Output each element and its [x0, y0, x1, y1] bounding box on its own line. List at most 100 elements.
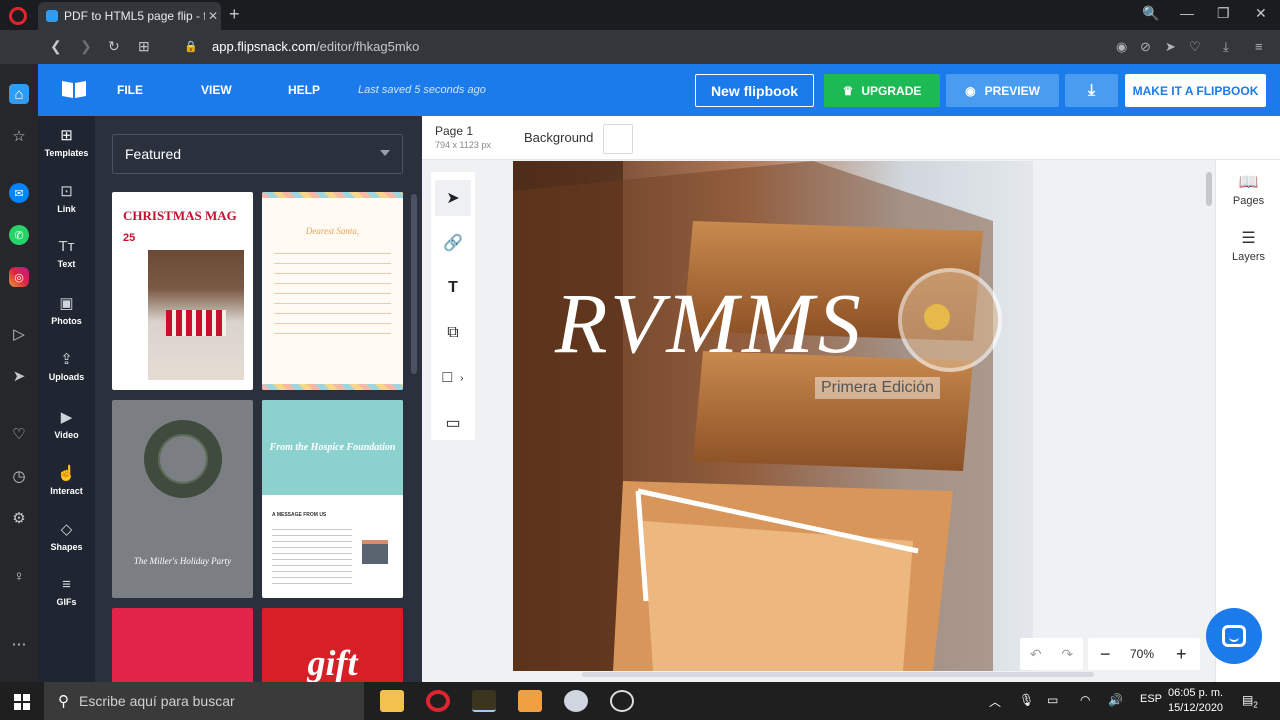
- app-icon[interactable]: [518, 690, 542, 712]
- windows-start-icon[interactable]: [14, 694, 30, 710]
- paint-icon[interactable]: [564, 690, 588, 712]
- opera-logo-icon[interactable]: [9, 7, 27, 25]
- make-flipbook-button[interactable]: MAKE IT A FLIPBOOK: [1125, 74, 1266, 107]
- whatsapp-icon[interactable]: ✆: [9, 225, 29, 245]
- menu-file[interactable]: FILE: [117, 83, 143, 97]
- heart-icon[interactable]: ♡: [9, 424, 29, 444]
- new-flipbook-button[interactable]: New flipbook: [695, 74, 814, 107]
- menu-view[interactable]: VIEW: [201, 83, 232, 97]
- back-arrow-icon[interactable]: ❮: [50, 38, 62, 55]
- page-name: Page 1: [435, 124, 474, 138]
- send-icon[interactable]: ➤: [1165, 39, 1176, 55]
- history-icon[interactable]: ◷: [9, 466, 29, 486]
- template-hospice-foundation[interactable]: From the Hospice Foundation A MESSAGE FR…: [262, 400, 403, 598]
- browser-tab[interactable]: PDF to HTML5 page flip - fl ✕: [38, 2, 221, 30]
- instagram-icon[interactable]: ◎: [9, 267, 29, 287]
- template-holiday-party[interactable]: The Miller's Holiday Party: [112, 400, 253, 598]
- taskbar-search[interactable]: ⚲ Escribe aquí para buscar: [44, 682, 364, 720]
- nav-photos[interactable]: ▣ Photos: [38, 294, 95, 326]
- preview-button[interactable]: ◉ PREVIEW: [946, 74, 1059, 107]
- file-explorer-icon[interactable]: [380, 690, 404, 712]
- background-label: Background: [524, 130, 594, 145]
- send-icon[interactable]: ➤: [9, 366, 29, 386]
- zoom-out-button[interactable]: −: [1100, 644, 1111, 665]
- page-canvas[interactable]: RVMMS Primera Edición: [513, 161, 1033, 671]
- canvas-title[interactable]: RVMMS: [555, 273, 865, 373]
- new-tab-button[interactable]: +: [229, 4, 240, 25]
- video-tool-icon[interactable]: ⧉: [435, 315, 471, 351]
- shape-tool-icon[interactable]: □ ›: [435, 360, 471, 396]
- chat-support-button[interactable]: [1206, 608, 1262, 664]
- url-field[interactable]: app.flipsnack.com/editor/fhkag5mko: [212, 39, 419, 54]
- messenger-icon[interactable]: ✉: [9, 183, 29, 203]
- nav-templates[interactable]: ⊞ Templates: [38, 126, 95, 158]
- forward-arrow-icon[interactable]: ❯: [80, 38, 92, 55]
- nav-uploads[interactable]: ⇪ Uploads: [38, 350, 95, 382]
- volume-icon[interactable]: 🔊: [1108, 693, 1123, 707]
- home-icon[interactable]: ⌂: [9, 84, 29, 104]
- comment-tool-icon[interactable]: ▭: [435, 405, 471, 441]
- template-title: From the Hospice Foundation: [269, 442, 396, 453]
- redo-icon[interactable]: ↷: [1061, 646, 1073, 663]
- nav-link[interactable]: ⊡ Link: [38, 182, 95, 214]
- battery-icon[interactable]: ▭: [1047, 693, 1058, 707]
- chevron-down-icon: [380, 150, 390, 156]
- ideas-icon[interactable]: ♀: [9, 566, 29, 586]
- templates-filter-dropdown[interactable]: Featured: [112, 134, 403, 174]
- template-christmas-mag[interactable]: CHRISTMAS MAG 25: [112, 192, 253, 390]
- settings-icon[interactable]: ⚙: [9, 508, 29, 528]
- wifi-icon[interactable]: ◠: [1080, 693, 1090, 707]
- opera-taskbar-icon[interactable]: [426, 690, 450, 712]
- adblock-icon[interactable]: ⊘: [1140, 39, 1151, 55]
- link-tool-icon[interactable]: 🔗: [435, 225, 471, 261]
- tab-close-icon[interactable]: ✕: [205, 9, 221, 23]
- text-tool-icon[interactable]: T: [435, 270, 471, 306]
- zoom-in-button[interactable]: +: [1176, 644, 1187, 665]
- nav-interact[interactable]: ☝ Interact: [38, 464, 95, 496]
- download-button[interactable]: ⤓: [1065, 74, 1118, 107]
- template-red-card[interactable]: [112, 608, 253, 682]
- bookmarks-star-icon[interactable]: ☆: [9, 126, 29, 146]
- template-gift[interactable]: gift: [262, 608, 403, 682]
- camera-icon[interactable]: ◉: [1116, 39, 1127, 55]
- notifications-icon[interactable]: ▤2: [1242, 693, 1258, 709]
- gifs-icon: ≡: [62, 576, 71, 593]
- preview-label: PREVIEW: [984, 83, 1040, 98]
- upgrade-button[interactable]: ♛ UPGRADE: [824, 74, 940, 107]
- template-title: The Miller's Holiday Party: [133, 556, 232, 566]
- nav-shapes[interactable]: ◇ Shapes: [38, 520, 95, 552]
- clock[interactable]: 06:05 p. m. 15/12/2020: [1168, 686, 1223, 716]
- undo-icon[interactable]: ↶: [1030, 646, 1042, 663]
- close-window-button[interactable]: ✕: [1255, 5, 1267, 22]
- browser-search-icon[interactable]: 🔍: [1142, 5, 1159, 22]
- page-size: 794 x 1123 px: [435, 140, 491, 150]
- restore-button[interactable]: ❐: [1217, 5, 1230, 22]
- microphone-icon[interactable]: 🎙: [1019, 693, 1034, 707]
- heart-icon[interactable]: ♡: [1189, 39, 1201, 55]
- download-icon[interactable]: ⤓: [1223, 39, 1229, 55]
- templates-scrollbar[interactable]: [411, 194, 417, 374]
- vertical-scrollbar[interactable]: [1206, 172, 1212, 206]
- flipsnack-logo-icon[interactable]: [60, 78, 88, 100]
- nav-video[interactable]: ▶ Video: [38, 408, 95, 440]
- easy-setup-icon[interactable]: ≡: [1255, 39, 1263, 54]
- pages-button[interactable]: 📖 Pages: [1216, 172, 1280, 207]
- tray-chevron-icon[interactable]: ︿: [989, 693, 1001, 710]
- horizontal-scrollbar[interactable]: [582, 672, 1094, 677]
- language-indicator[interactable]: ESP: [1140, 693, 1162, 705]
- movie-maker-icon[interactable]: [472, 690, 496, 712]
- nav-gifs[interactable]: ≡ GIFs: [38, 576, 95, 607]
- background-color-swatch[interactable]: [603, 124, 633, 154]
- layers-button[interactable]: ☰ Layers: [1216, 228, 1280, 263]
- minimize-button[interactable]: —: [1180, 5, 1194, 21]
- nav-text[interactable]: Tт Text: [38, 238, 95, 269]
- more-icon[interactable]: ⋯: [9, 634, 29, 654]
- canvas-subtitle[interactable]: Primera Edición: [815, 377, 940, 399]
- app-circle-icon[interactable]: [610, 690, 634, 712]
- select-tool-icon[interactable]: ➤: [435, 180, 471, 216]
- reload-icon[interactable]: ↻: [108, 38, 120, 55]
- template-dearest-santa[interactable]: Dearest Santa,: [262, 192, 403, 390]
- player-icon[interactable]: ▷: [9, 324, 29, 344]
- menu-help[interactable]: HELP: [288, 83, 320, 97]
- speed-dial-icon[interactable]: ⊞: [138, 38, 150, 55]
